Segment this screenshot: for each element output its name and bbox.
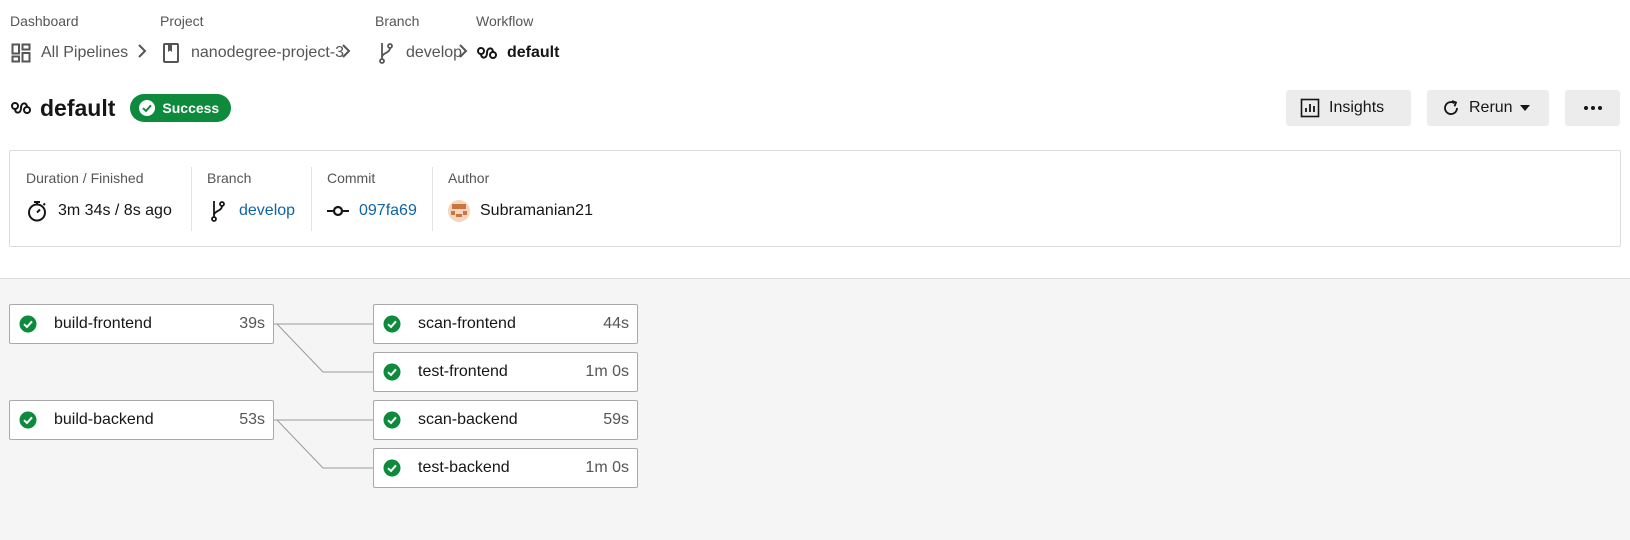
breadcrumb-project-link[interactable]: nanodegree-project-3 xyxy=(160,42,344,64)
job-name: build-frontend xyxy=(54,315,152,332)
job-test-backend[interactable]: test-backend 1m 0s xyxy=(373,448,638,488)
branch-link[interactable]: develop xyxy=(207,200,295,222)
author-label: Author xyxy=(448,170,490,186)
chevron-right-icon xyxy=(459,44,468,58)
duration-label: Duration / Finished xyxy=(26,170,144,186)
breadcrumb-workflow-current[interactable]: default xyxy=(476,42,559,64)
chevron-right-icon xyxy=(138,44,147,58)
check-circle-icon xyxy=(138,99,156,117)
breadcrumb-workflow-label: Workflow xyxy=(476,13,534,29)
job-test-frontend[interactable]: test-frontend 1m 0s xyxy=(373,352,638,392)
branch-value: develop xyxy=(239,202,296,219)
check-circle-icon xyxy=(19,315,37,333)
breadcrumb-branch-link[interactable]: develop xyxy=(375,42,462,64)
avatar xyxy=(448,200,470,222)
repository-icon xyxy=(160,42,182,64)
commit-label: Commit xyxy=(327,170,376,186)
breadcrumb-branch[interactable]: Branch develop xyxy=(375,13,462,64)
status-badge-label: Success xyxy=(162,100,220,116)
job-name: scan-backend xyxy=(418,411,518,428)
breadcrumb-project-label: Project xyxy=(160,13,204,29)
commit-link[interactable]: 097fa69 xyxy=(327,200,417,222)
job-name: test-frontend xyxy=(418,363,508,380)
insights-chart-icon xyxy=(1299,97,1321,119)
breadcrumb-branch-value: develop xyxy=(406,44,463,61)
breadcrumb-workflow-value: default xyxy=(507,44,560,61)
job-duration: 39s xyxy=(239,315,265,332)
page-title: default xyxy=(40,94,116,121)
breadcrumb-branch-label: Branch xyxy=(375,13,420,29)
refresh-icon xyxy=(1440,97,1462,119)
job-build-frontend[interactable]: build-frontend 39s xyxy=(9,304,274,344)
git-branch-icon xyxy=(207,200,229,222)
job-name: scan-frontend xyxy=(418,315,516,332)
job-scan-backend[interactable]: scan-backend 59s xyxy=(373,400,638,440)
workflow-icon xyxy=(476,42,498,64)
rerun-button[interactable]: Rerun xyxy=(1427,90,1549,126)
job-scan-frontend[interactable]: scan-frontend 44s xyxy=(373,304,638,344)
connector-line xyxy=(272,323,373,373)
breadcrumb-workflow[interactable]: Workflow default xyxy=(476,13,559,61)
breadcrumb-project[interactable]: Project nanodegree-project-3 xyxy=(160,13,344,63)
status-badge: Success xyxy=(130,94,232,122)
author-value: Subramanian21 xyxy=(480,202,593,219)
breadcrumb-dashboard-link[interactable]: All Pipelines xyxy=(10,42,128,64)
job-name: test-backend xyxy=(418,459,510,476)
check-circle-icon xyxy=(383,411,401,429)
duration-value: 3m 34s / 8s ago xyxy=(58,202,172,219)
job-duration: 44s xyxy=(603,315,629,332)
job-duration: 59s xyxy=(603,411,629,428)
divider xyxy=(191,167,192,231)
breadcrumb-dashboard-label: Dashboard xyxy=(10,13,79,29)
breadcrumb-project-value: nanodegree-project-3 xyxy=(191,44,344,61)
workflow-summary-panel: Duration / Finished 3m 34s / 8s ago Bran… xyxy=(9,150,1621,247)
job-duration: 53s xyxy=(239,411,265,428)
author-value-row: Subramanian21 xyxy=(448,200,593,222)
job-name: build-backend xyxy=(54,411,154,428)
dashboard-grid-icon xyxy=(10,42,32,64)
branch-label: Branch xyxy=(207,170,252,186)
job-duration: 1m 0s xyxy=(585,363,629,380)
breadcrumb-dashboard-value: All Pipelines xyxy=(41,44,129,61)
stopwatch-icon xyxy=(26,200,48,222)
insights-button-label: Insights xyxy=(1329,99,1385,116)
more-horizontal-icon xyxy=(1582,97,1604,119)
job-duration: 1m 0s xyxy=(585,459,629,476)
commit-value: 097fa69 xyxy=(359,202,417,219)
git-branch-icon xyxy=(375,42,397,64)
check-circle-icon xyxy=(383,363,401,381)
workflow-graph: build-frontend 39s scan-frontend 44s tes… xyxy=(0,278,1630,540)
workflow-header: default Success xyxy=(10,90,232,126)
check-circle-icon xyxy=(383,315,401,333)
breadcrumb: Dashboard All Pipelines Project nanodegr… xyxy=(0,0,1630,70)
insights-button[interactable]: Insights xyxy=(1286,90,1411,126)
divider xyxy=(432,167,433,231)
caret-down-icon xyxy=(1519,105,1530,111)
job-build-backend[interactable]: build-backend 53s xyxy=(9,400,274,440)
more-options-button[interactable] xyxy=(1565,90,1620,126)
check-circle-icon xyxy=(19,411,37,429)
breadcrumb-dashboard[interactable]: Dashboard All Pipelines xyxy=(10,13,128,63)
workflow-icon xyxy=(10,97,32,119)
check-circle-icon xyxy=(383,459,401,477)
rerun-button-label: Rerun xyxy=(1469,99,1513,116)
commit-icon xyxy=(327,200,349,222)
duration-value-row: 3m 34s / 8s ago xyxy=(26,200,172,222)
connector-line xyxy=(272,419,373,469)
divider xyxy=(311,167,312,231)
chevron-right-icon xyxy=(342,44,351,58)
